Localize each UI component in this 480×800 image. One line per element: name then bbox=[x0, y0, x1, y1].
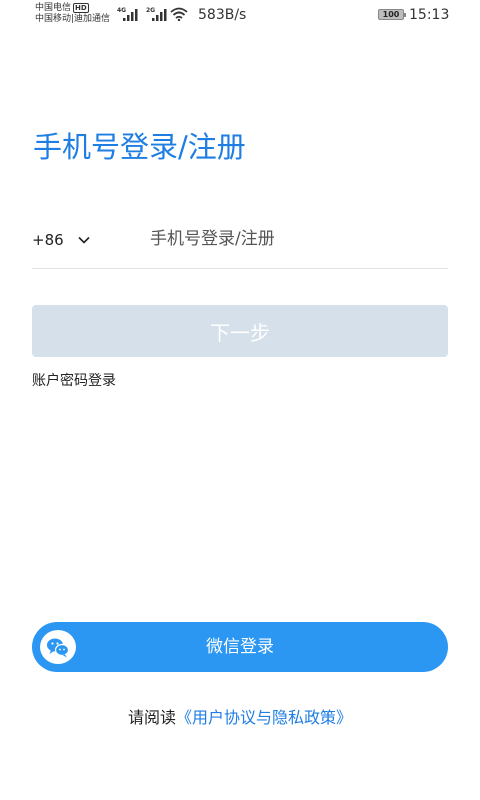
country-code-label: +86 bbox=[32, 231, 64, 249]
battery-icon: 100 bbox=[378, 9, 406, 20]
page-title: 手机号登录/注册 bbox=[33, 130, 246, 164]
clock: 15:13 bbox=[409, 7, 450, 23]
network-speed: 583B/s bbox=[198, 7, 247, 23]
input-divider bbox=[32, 268, 448, 269]
agreement-link[interactable]: 《用户协议与隐私政策》 bbox=[176, 708, 352, 727]
carrier-1-name: 中国电信 bbox=[35, 3, 72, 13]
wifi-icon bbox=[170, 7, 188, 21]
next-step-button[interactable]: 下一步 bbox=[32, 305, 448, 357]
country-code-selector[interactable]: +86 bbox=[32, 231, 90, 249]
agreement-notice: 请阅读《用户协议与隐私政策》 bbox=[0, 704, 480, 728]
agreement-prefix: 请阅读 bbox=[127, 708, 176, 727]
status-bar: 中国电信 HD 中国移动|迪加通信 4G 2G 583B/s 100 15:13 bbox=[35, 3, 450, 25]
wechat-login-label: 微信登录 bbox=[206, 637, 274, 657]
chevron-down-icon bbox=[78, 236, 90, 244]
phone-number-input[interactable] bbox=[150, 224, 440, 254]
password-login-link[interactable]: 账户密码登录 bbox=[32, 370, 116, 390]
wechat-login-button[interactable]: 微信登录 bbox=[32, 622, 448, 672]
carrier-2-name: 中国移动|迪加通信 bbox=[35, 14, 111, 24]
hd-badge: HD bbox=[73, 3, 89, 13]
carrier-info: 中国电信 HD 中国移动|迪加通信 bbox=[35, 3, 110, 25]
